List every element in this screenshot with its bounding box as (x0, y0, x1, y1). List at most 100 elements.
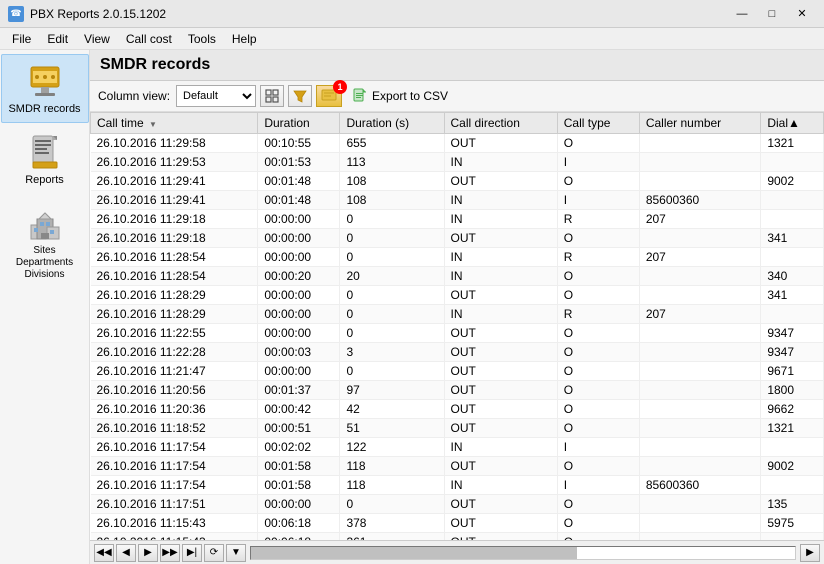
table-row[interactable]: 26.10.2016 11:17:5400:01:58118INI8560036… (91, 476, 824, 495)
nav-next-button[interactable]: ▶ (138, 544, 158, 562)
table-cell: 5975 (761, 514, 824, 533)
table-cell: 378 (340, 514, 444, 533)
table-cell: 1321 (761, 419, 824, 438)
col-duration[interactable]: Duration (258, 113, 340, 134)
table-cell: 00:00:00 (258, 229, 340, 248)
grid-view-button[interactable] (260, 85, 284, 107)
table-row[interactable]: 26.10.2016 11:20:3600:00:4242OUTO9662 (91, 400, 824, 419)
sidebar-item-smdr[interactable]: SMDR records (1, 54, 89, 123)
filter-button[interactable] (288, 85, 312, 107)
table-cell: 9347 (761, 343, 824, 362)
table-row[interactable]: 26.10.2016 11:22:5500:00:000OUTO9347 (91, 324, 824, 343)
close-button[interactable]: ✕ (788, 4, 816, 24)
col-caller-number[interactable]: Caller number (639, 113, 761, 134)
table-cell: OUT (444, 229, 557, 248)
table-cell: 26.10.2016 11:15:43 (91, 533, 258, 541)
nav-filter-button[interactable]: ▼ (226, 544, 246, 562)
sidebar-item-sites[interactable]: Sites Departments Divisions (1, 196, 89, 288)
table-container[interactable]: Call time ▼ Duration Duration (s) Call d… (90, 112, 824, 540)
table-row[interactable]: 26.10.2016 11:29:1800:00:000OUTO341 (91, 229, 824, 248)
col-call-direction[interactable]: Call direction (444, 113, 557, 134)
table-cell: OUT (444, 362, 557, 381)
table-cell: 00:00:00 (258, 248, 340, 267)
export-csv-label: Export to CSV (372, 89, 448, 103)
table-cell: 00:00:00 (258, 286, 340, 305)
nav-refresh-button[interactable]: ⟳ (204, 544, 224, 562)
menu-item-edit[interactable]: Edit (39, 30, 76, 48)
table-cell: O (557, 172, 639, 191)
table-row[interactable]: 26.10.2016 11:22:2800:00:033OUTO9347 (91, 343, 824, 362)
col-call-time[interactable]: Call time ▼ (91, 113, 258, 134)
table-cell: 26.10.2016 11:17:51 (91, 495, 258, 514)
table-row[interactable]: 26.10.2016 11:15:4300:06:18378OUTO5975 (91, 514, 824, 533)
table-cell: 9347 (761, 324, 824, 343)
table-cell: 207 (639, 305, 761, 324)
table-cell: IN (444, 476, 557, 495)
column-view-select[interactable]: Default Custom 1 Custom 2 (176, 85, 256, 107)
table-cell: 118 (340, 457, 444, 476)
table-cell: OUT (444, 381, 557, 400)
nav-prev-button[interactable]: ◀ (116, 544, 136, 562)
menu-item-tools[interactable]: Tools (180, 30, 224, 48)
table-row[interactable]: 26.10.2016 11:28:5400:00:2020INO340 (91, 267, 824, 286)
col-duration-s[interactable]: Duration (s) (340, 113, 444, 134)
table-cell: 9002 (761, 457, 824, 476)
table-cell: OUT (444, 514, 557, 533)
sidebar-item-reports[interactable]: Reports (1, 125, 89, 194)
table-cell: 0 (340, 248, 444, 267)
col-call-type[interactable]: Call type (557, 113, 639, 134)
nav-last-button[interactable]: ▶| (182, 544, 202, 562)
nav-first-button[interactable]: ◀◀ (94, 544, 114, 562)
sidebar-sites-label: Sites Departments Divisions (16, 245, 73, 281)
table-cell (639, 400, 761, 419)
table-row[interactable]: 26.10.2016 11:29:4100:01:48108OUTO9002 (91, 172, 824, 191)
table-row[interactable]: 26.10.2016 11:28:2900:00:000INR207 (91, 305, 824, 324)
table-cell: 00:00:42 (258, 400, 340, 419)
table-row[interactable]: 26.10.2016 11:20:5600:01:3797OUTO1800 (91, 381, 824, 400)
table-cell: IN (444, 191, 557, 210)
table-row[interactable]: 26.10.2016 11:17:5100:00:000OUTO135 (91, 495, 824, 514)
toolbar: Column view: Default Custom 1 Custom 2 1 (90, 81, 824, 112)
table-cell: 00:01:48 (258, 191, 340, 210)
table-row[interactable]: 26.10.2016 11:29:5800:10:55655OUTO1321 (91, 134, 824, 153)
table-row[interactable]: 26.10.2016 11:29:1800:00:000INR207 (91, 210, 824, 229)
menu-item-view[interactable]: View (76, 30, 118, 48)
export-csv-button[interactable]: Export to CSV (346, 86, 454, 106)
maximize-button[interactable]: □ (758, 4, 786, 24)
table-cell: 0 (340, 495, 444, 514)
horizontal-scrollbar[interactable] (250, 546, 796, 560)
table-cell: 26.10.2016 11:17:54 (91, 476, 258, 495)
table-cell: R (557, 305, 639, 324)
table-cell (761, 438, 824, 457)
table-row[interactable]: 26.10.2016 11:15:4300:06:18361OUTO (91, 533, 824, 541)
table-cell: 26.10.2016 11:29:41 (91, 191, 258, 210)
table-cell: 0 (340, 286, 444, 305)
table-row[interactable]: 26.10.2016 11:17:5400:02:02122INI (91, 438, 824, 457)
minimize-button[interactable]: — (728, 4, 756, 24)
table-row[interactable]: 26.10.2016 11:17:5400:01:58118OUTO9002 (91, 457, 824, 476)
table-row[interactable]: 26.10.2016 11:29:5300:01:53113INI (91, 153, 824, 172)
table-row[interactable]: 26.10.2016 11:28:5400:00:000INR207 (91, 248, 824, 267)
data-table: Call time ▼ Duration Duration (s) Call d… (90, 112, 824, 540)
col-dialed[interactable]: Dial▲ (761, 113, 824, 134)
table-cell (639, 457, 761, 476)
content-area: SMDR records Column view: Default Custom… (90, 50, 824, 564)
table-row[interactable]: 26.10.2016 11:29:4100:01:48108INI8560036… (91, 191, 824, 210)
menu-item-file[interactable]: File (4, 30, 39, 48)
sidebar: SMDR records Reports (0, 50, 90, 564)
table-row[interactable]: 26.10.2016 11:21:4700:00:000OUTO9671 (91, 362, 824, 381)
table-row[interactable]: 26.10.2016 11:28:2900:00:000OUTO341 (91, 286, 824, 305)
nav-next-fast-button[interactable]: ▶▶ (160, 544, 180, 562)
table-cell: 00:01:58 (258, 457, 340, 476)
table-row[interactable]: 26.10.2016 11:18:5200:00:5151OUTO1321 (91, 419, 824, 438)
table-cell: 00:00:00 (258, 210, 340, 229)
table-cell: O (557, 267, 639, 286)
menu-item-help[interactable]: Help (224, 30, 265, 48)
table-cell (639, 495, 761, 514)
table-cell: 113 (340, 153, 444, 172)
scroll-right-button[interactable]: ▶ (800, 544, 820, 562)
table-cell: 122 (340, 438, 444, 457)
menu-item-call-cost[interactable]: Call cost (118, 30, 180, 48)
table-cell: 108 (340, 191, 444, 210)
table-cell (639, 343, 761, 362)
